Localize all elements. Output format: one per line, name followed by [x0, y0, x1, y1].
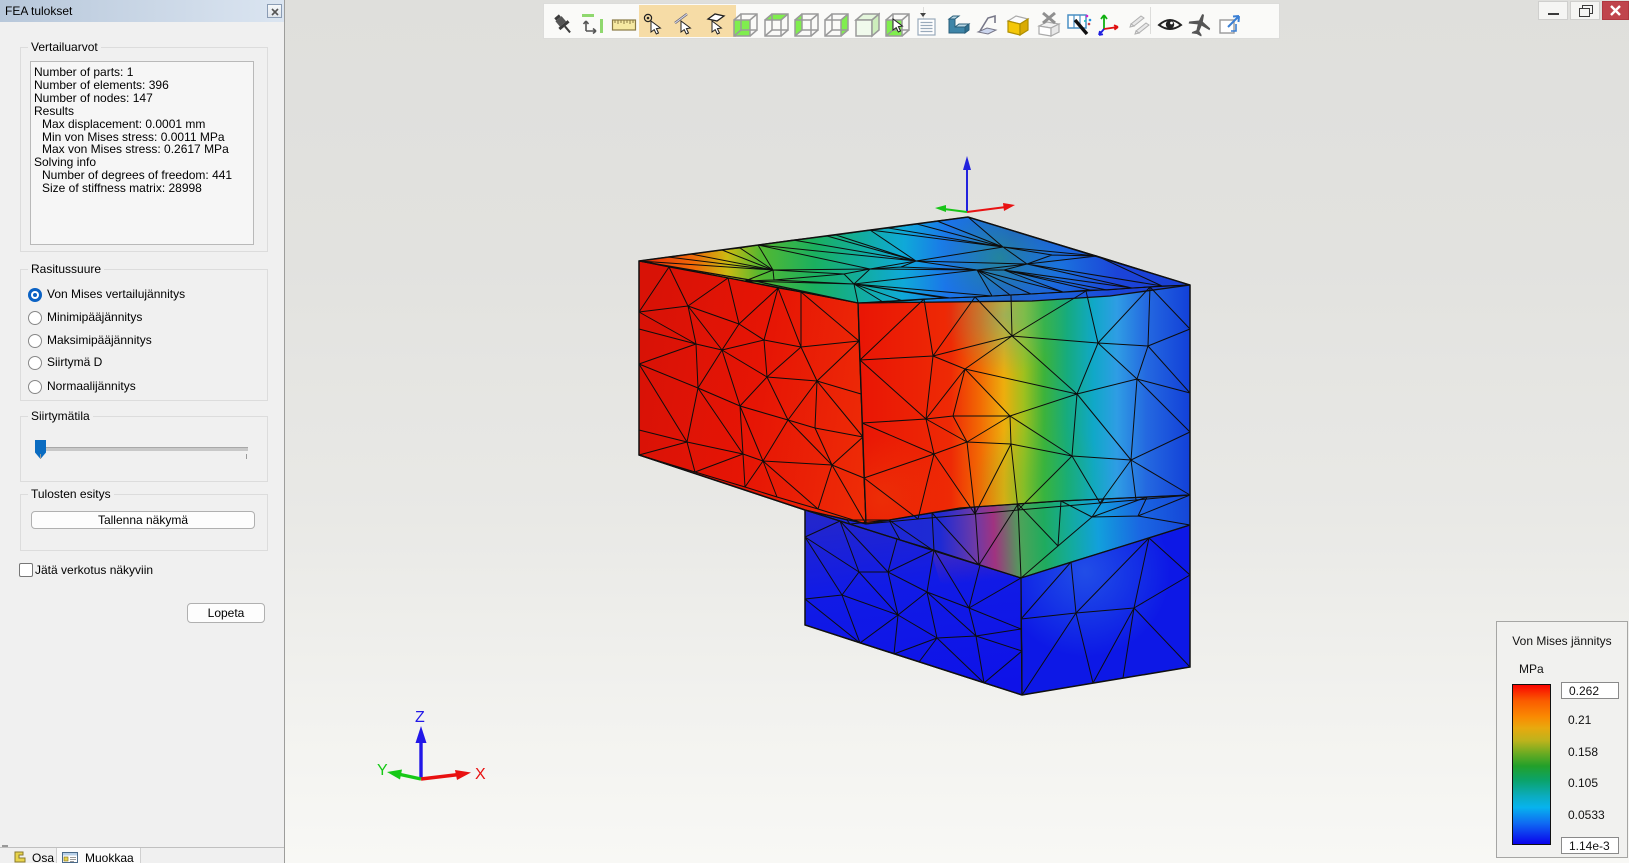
svg-text:Z: Z — [415, 709, 425, 726]
svg-text:Y: Y — [377, 762, 388, 779]
svg-text:X: X — [475, 766, 486, 783]
